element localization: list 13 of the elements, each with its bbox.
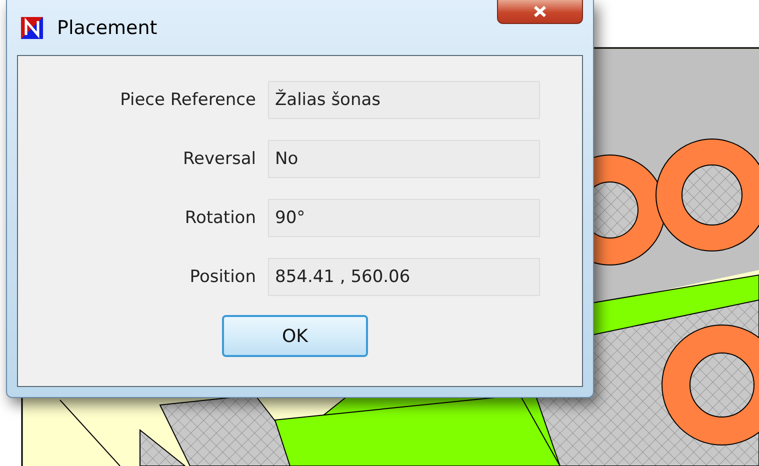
window-title: Placement [57,16,158,38]
field-label: Position [188,267,257,287]
close-button[interactable] [497,0,583,24]
ok-button[interactable]: OK [222,315,368,357]
close-icon [532,5,548,18]
field-label: Reversal [182,149,257,169]
input-field[interactable]: 90° [268,199,540,237]
app-logo-icon [21,16,43,38]
input-field[interactable]: Žalias šonas [268,81,540,119]
input-field[interactable]: No [268,140,540,178]
field-label: Rotation [184,208,257,228]
field-label: Piece Reference [119,90,257,110]
input-field[interactable]: 854.41 , 560.06 [268,258,540,296]
